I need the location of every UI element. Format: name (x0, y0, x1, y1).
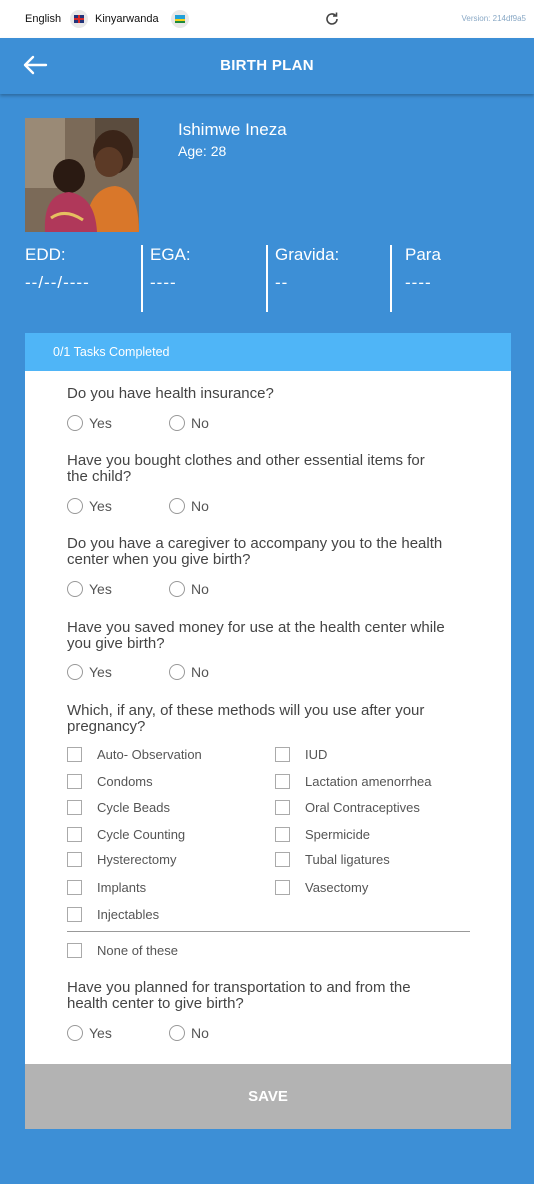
checkbox-method[interactable]: Tubal ligatures (275, 852, 390, 867)
lang-kinyarwanda-link[interactable]: Kinyarwanda (95, 13, 159, 25)
radio-label: Yes (89, 664, 112, 680)
checkbox-label: Lactation amenorrhea (305, 774, 432, 789)
stat-label: EGA: (150, 245, 191, 264)
radio-q2-yes[interactable]: Yes (67, 498, 112, 514)
radio-label: No (191, 581, 209, 597)
checkbox-label: Implants (97, 880, 147, 895)
progress-header: 0/1 Tasks Completed (25, 333, 511, 371)
stat-para: Para ---- (405, 245, 441, 293)
checkbox-method[interactable]: Cycle Counting (67, 827, 185, 842)
checkbox-label: Cycle Counting (97, 827, 186, 842)
radio-q1-yes[interactable]: Yes (67, 415, 112, 431)
checkbox-method[interactable]: Lactation amenorrhea (275, 774, 431, 789)
checkbox-label: Injectables (97, 907, 160, 922)
question-clothes: Have you bought clothes and other essent… (67, 452, 425, 485)
patient-age: Age: 28 (178, 143, 227, 159)
checkbox-method[interactable]: Spermicide (275, 827, 370, 842)
patient-photo (25, 118, 139, 232)
stat-value: --/--/---- (25, 273, 90, 292)
question-methods: Which, if any, of these methods will you… (67, 702, 425, 735)
stat-edd: EDD: --/--/---- (25, 245, 90, 293)
save-button[interactable]: SAVE (25, 1064, 511, 1129)
radio-q4-yes[interactable]: Yes (67, 664, 112, 680)
stat-value: ---- (150, 273, 177, 292)
rwanda-flag-icon[interactable] (171, 10, 189, 28)
lang-english-link[interactable]: English (25, 13, 61, 25)
stat-ega: EGA: ---- (150, 245, 191, 293)
checkbox-label: None of these (97, 943, 178, 958)
birth-plan-card: 0/1 Tasks Completed Do you have health i… (25, 333, 511, 1129)
radio-q6-no[interactable]: No (169, 1025, 209, 1041)
checkbox-label: Oral Contraceptives (305, 800, 420, 815)
page-title: BIRTH PLAN (220, 57, 314, 74)
checkbox-method[interactable]: Injectables (67, 907, 159, 922)
stat-label: EDD: (25, 245, 66, 264)
stat-divider (266, 245, 268, 312)
checkbox-label: Tubal ligatures (305, 852, 390, 867)
checkbox-method[interactable]: Condoms (67, 774, 153, 789)
checkbox-label: Hysterectomy (97, 852, 177, 867)
radio-q6-yes[interactable]: Yes (67, 1025, 112, 1041)
checkbox-label: IUD (305, 747, 328, 762)
checkbox-label: Auto- Observation (97, 747, 202, 762)
question-saved-money: Have you saved money for use at the heal… (67, 619, 445, 652)
tasks-completed-label: 0/1 Tasks Completed (53, 345, 170, 359)
app-header: BIRTH PLAN (0, 38, 534, 94)
radio-label: No (191, 415, 209, 431)
question-caregiver: Do you have a caregiver to accompany you… (67, 535, 443, 568)
checkbox-label: Spermicide (305, 827, 371, 842)
stat-value: ---- (405, 273, 432, 292)
radio-label: Yes (89, 581, 112, 597)
checkbox-method[interactable]: Implants (67, 880, 146, 895)
patient-name: Ishimwe Ineza (178, 120, 287, 139)
radio-q2-no[interactable]: No (169, 498, 209, 514)
radio-q4-no[interactable]: No (169, 664, 209, 680)
uk-flag-icon[interactable] (70, 10, 88, 28)
checkbox-none[interactable]: None of these (67, 943, 178, 958)
checkbox-method[interactable]: Oral Contraceptives (275, 800, 420, 815)
top-bar: English Kinyarwanda Version: 214df9a5 (0, 0, 534, 38)
radio-label: No (191, 498, 209, 514)
radio-label: Yes (89, 415, 112, 431)
radio-label: No (191, 1025, 209, 1041)
radio-q3-yes[interactable]: Yes (67, 581, 112, 597)
radio-q1-no[interactable]: No (169, 415, 209, 431)
radio-label: Yes (89, 1025, 112, 1041)
refresh-icon[interactable] (324, 11, 340, 27)
checkbox-method[interactable]: Cycle Beads (67, 800, 170, 815)
stat-divider (390, 245, 392, 312)
checkbox-label: Condoms (97, 774, 153, 789)
checkbox-method[interactable]: Hysterectomy (67, 852, 176, 867)
radio-q3-no[interactable]: No (169, 581, 209, 597)
checkbox-label: Cycle Beads (97, 800, 170, 815)
stat-value: -- (275, 273, 289, 292)
question-health-insurance: Do you have health insurance? (67, 385, 274, 402)
checkbox-label: Vasectomy (305, 880, 369, 895)
checkbox-method[interactable]: Auto- Observation (67, 747, 202, 762)
radio-label: Yes (89, 498, 112, 514)
question-transportation: Have you planned for transportation to a… (67, 979, 411, 1012)
stat-gravida: Gravida: -- (275, 245, 339, 293)
checkbox-method[interactable]: IUD (275, 747, 327, 762)
stat-divider (141, 245, 143, 312)
stat-label: Para (405, 245, 441, 264)
stat-label: Gravida: (275, 245, 340, 264)
methods-divider (67, 931, 470, 932)
checkbox-method[interactable]: Vasectomy (275, 880, 368, 895)
version-label: Version: 214df9a5 (461, 14, 527, 23)
radio-label: No (191, 664, 209, 680)
